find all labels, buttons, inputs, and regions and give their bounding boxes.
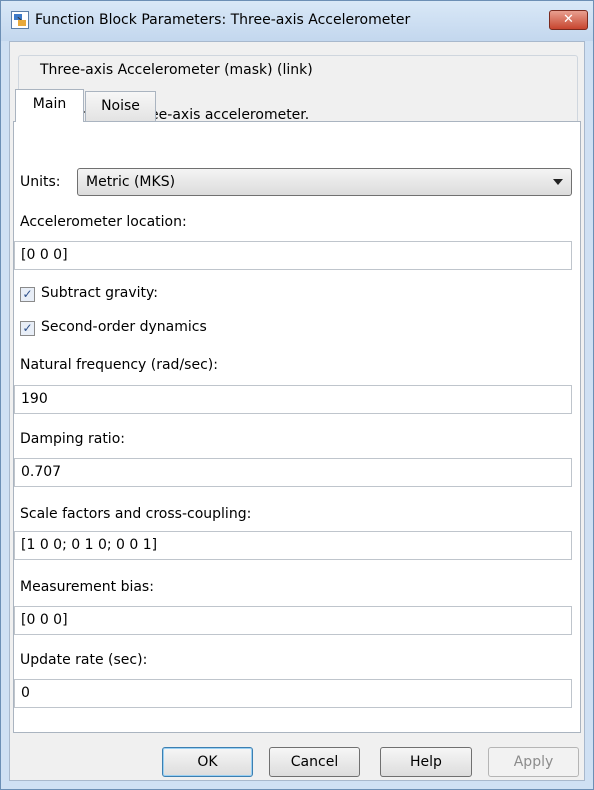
checkmark-icon: ✓ <box>22 321 33 335</box>
window-title: Function Block Parameters: Three-axis Ac… <box>35 12 411 28</box>
second-order-dynamics-checkbox[interactable]: ✓ <box>20 321 35 336</box>
tab-main-label: Main <box>32 96 67 112</box>
natural-frequency-input[interactable]: 190 <box>14 385 572 414</box>
scale-factors-input[interactable]: [1 0 0; 0 1 0; 0 0 1] <box>14 531 572 560</box>
damping-ratio-label: Damping ratio: <box>20 431 125 447</box>
accelerometer-location-label: Accelerometer location: <box>20 214 187 230</box>
cancel-button[interactable]: Cancel <box>269 747 360 777</box>
chevron-down-icon <box>553 179 563 185</box>
units-selected-value: Metric (MKS) <box>86 174 176 190</box>
main-tab-panel <box>13 121 581 733</box>
subtract-gravity-label: Subtract gravity: <box>41 285 158 301</box>
tab-noise-label: Noise <box>101 98 140 114</box>
tab-noise[interactable]: Noise <box>85 91 156 121</box>
natural-frequency-label: Natural frequency (rad/sec): <box>20 357 218 373</box>
scale-factors-label: Scale factors and cross-coupling: <box>20 506 252 522</box>
ok-button[interactable]: OK <box>162 747 253 777</box>
accelerometer-location-input[interactable]: [0 0 0] <box>14 241 572 270</box>
close-icon: ✕ <box>563 12 574 27</box>
help-button[interactable]: Help <box>380 747 472 777</box>
units-dropdown[interactable]: Metric (MKS) <box>77 168 572 196</box>
block-header: Three-axis Accelerometer (mask) (link) <box>37 62 316 78</box>
close-button[interactable]: ✕ <box>549 10 588 30</box>
measurement-bias-label: Measurement bias: <box>20 579 154 595</box>
subtract-gravity-checkbox[interactable]: ✓ <box>20 287 35 302</box>
second-order-dynamics-label: Second-order dynamics <box>41 319 207 335</box>
damping-ratio-input[interactable]: 0.707 <box>14 458 572 487</box>
tab-main[interactable]: Main <box>15 89 84 122</box>
title-bar[interactable]: Function Block Parameters: Three-axis Ac… <box>1 1 593 41</box>
update-rate-input[interactable]: 0 <box>14 679 572 708</box>
units-label: Units: <box>20 174 61 190</box>
apply-button[interactable]: Apply <box>488 747 579 777</box>
measurement-bias-input[interactable]: [0 0 0] <box>14 606 572 635</box>
simulink-block-icon <box>11 11 29 29</box>
update-rate-label: Update rate (sec): <box>20 652 148 668</box>
checkmark-icon: ✓ <box>22 287 33 301</box>
